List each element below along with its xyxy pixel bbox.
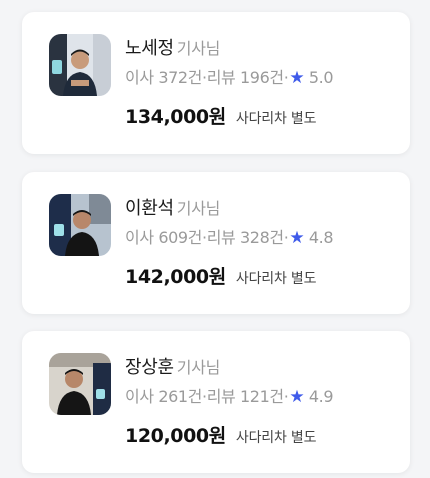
driver-title-suffix: 기사님 [176, 39, 221, 58]
moves-label: 이사 [125, 228, 154, 247]
moves-count: 261건 [158, 387, 202, 406]
rating-value: 4.9 [308, 387, 334, 406]
driver-list: 노세정 기사님 이사 372건·리뷰 196건·★ 5.0 134,000원 사다… [0, 0, 430, 478]
moves-count: 609건 [158, 228, 202, 247]
reviews-label: 리뷰 [206, 228, 236, 247]
driver-avatar [49, 34, 111, 96]
driver-card[interactable]: 장상훈 기사님 이사 261건·리뷰 121건·★ 4.9 120,000원 사다… [22, 331, 410, 473]
driver-card[interactable]: 이환석 기사님 이사 609건·리뷰 328건·★ 4.8 142,000원 사다… [22, 172, 410, 314]
separator: · [283, 68, 289, 87]
driver-card[interactable]: 노세정 기사님 이사 372건·리뷰 196건·★ 5.0 134,000원 사다… [22, 12, 410, 154]
driver-name: 장상훈 [125, 357, 174, 378]
reviews-count: 121건 [240, 387, 284, 406]
rating-value: 5.0 [308, 68, 334, 87]
quote-price: 142,000원 [125, 266, 226, 288]
rating-value: 4.8 [308, 228, 334, 247]
reviews-label: 리뷰 [206, 68, 236, 87]
driver-name: 이환석 [125, 198, 174, 219]
driver-name: 노세정 [125, 38, 174, 59]
price-note: 사다리차 별도 [235, 430, 317, 446]
driver-stats: 이사 609건·리뷰 328건·★ 4.8 [125, 224, 334, 248]
moves-count: 372건 [158, 68, 202, 87]
separator: · [283, 387, 289, 406]
star-icon: ★ [289, 387, 305, 407]
driver-title-suffix: 기사님 [176, 199, 221, 218]
quote-price: 134,000원 [125, 106, 226, 128]
driver-avatar [49, 353, 111, 415]
moves-label: 이사 [125, 387, 154, 406]
driver-stats: 이사 372건·리뷰 196건·★ 5.0 [125, 64, 334, 88]
star-icon: ★ [289, 68, 305, 88]
driver-title-suffix: 기사님 [176, 358, 221, 377]
quote-price: 120,000원 [125, 425, 226, 447]
driver-avatar [49, 194, 111, 256]
price-note: 사다리차 별도 [235, 111, 317, 127]
price-note: 사다리차 별도 [235, 271, 317, 287]
reviews-count: 328건 [240, 228, 284, 247]
star-icon: ★ [289, 228, 305, 248]
reviews-count: 196건 [240, 68, 284, 87]
reviews-label: 리뷰 [206, 387, 236, 406]
separator: · [283, 228, 289, 247]
driver-stats: 이사 261건·리뷰 121건·★ 4.9 [125, 383, 334, 407]
moves-label: 이사 [125, 68, 154, 87]
